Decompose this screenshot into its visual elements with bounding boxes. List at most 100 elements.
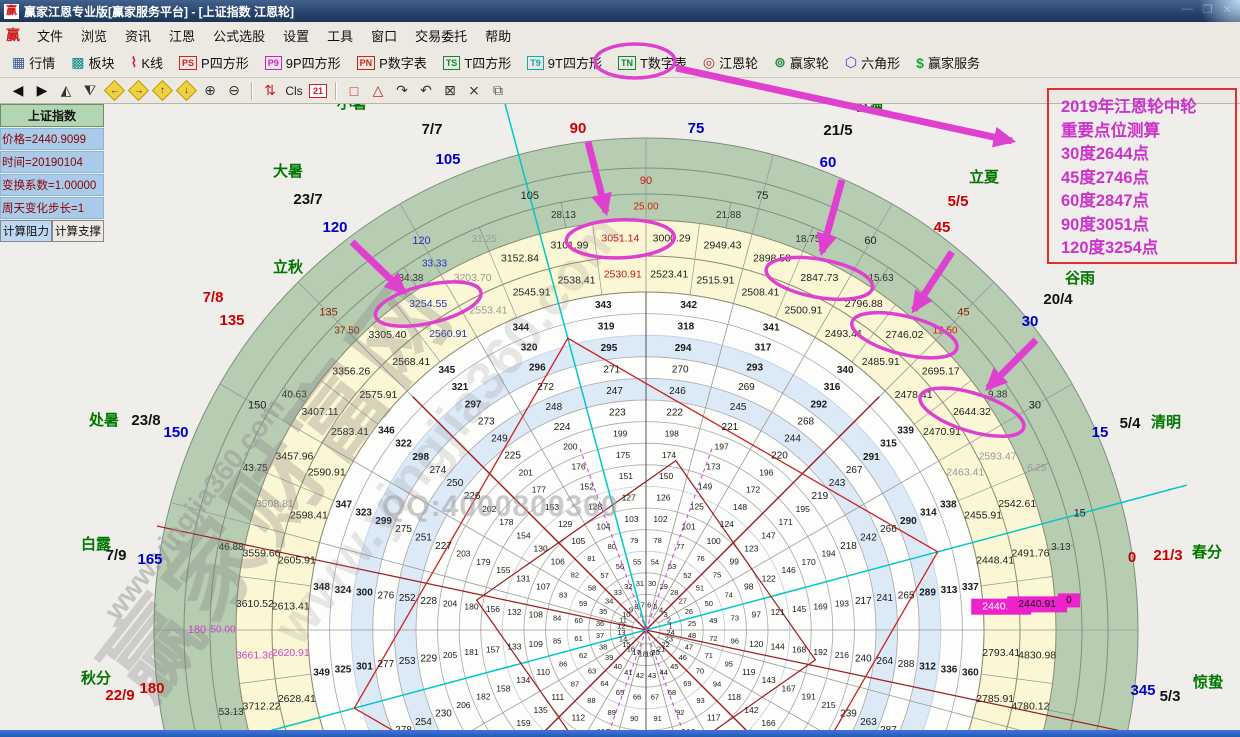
pan-down-icon[interactable]: ↓ [174,81,198,101]
toolbar-button-六角形[interactable]: ⬡六角形 [837,51,908,74]
svg-text:272: 272 [537,382,554,393]
close-button[interactable]: ✕ [1223,3,1232,16]
quotes-grid-icon: ▦ [12,54,25,71]
index-parameter: 时间=20190104 [0,151,104,173]
svg-text:336: 336 [941,665,958,676]
svg-text:156: 156 [486,604,500,614]
svg-text:2440.91: 2440.91 [1018,598,1056,610]
menu-公式选股[interactable]: 公式选股 [204,23,274,48]
svg-text:266: 266 [880,524,897,535]
back-icon[interactable]: ◀ [6,81,30,101]
svg-text:221: 221 [722,422,739,433]
svg-text:155: 155 [496,565,510,575]
boxed-x-icon[interactable]: ⊠ [438,81,462,101]
svg-text:205: 205 [443,650,457,660]
toolbar-button-行情[interactable]: ▦行情 [4,51,63,74]
menu-bar: 赢 文件浏览资讯江恩公式选股设置工具窗口交易委托帮助 [0,22,1240,49]
calc-buttons: 计算阻力计算支撑 [0,220,104,242]
menu-窗口[interactable]: 窗口 [362,23,406,48]
toolbar-separator [251,82,253,100]
toolbar-button-赢家服务[interactable]: $赢家服务 [908,51,988,74]
svg-text:85: 85 [553,637,561,646]
svg-text:96: 96 [731,637,739,646]
svg-text:206: 206 [456,700,470,710]
svg-text:54: 54 [651,558,659,567]
zoom-out-icon[interactable]: ⊖ [222,81,246,101]
svg-text:3000.29: 3000.29 [653,233,691,245]
rect-tool-icon[interactable]: □ [342,81,366,101]
toolbar-button-T数字表[interactable]: TNT数字表 [610,51,695,74]
button-计算阻力[interactable]: 计算阻力 [0,220,52,242]
toolbar-label: 9T四方形 [548,53,602,72]
svg-text:149: 149 [698,482,712,492]
svg-text:61: 61 [574,634,582,643]
svg-text:2491.76: 2491.76 [1011,547,1049,559]
svg-text:46: 46 [679,653,687,662]
svg-text:86: 86 [559,659,567,668]
annotation-line: 重要点位测算 [1061,120,1235,144]
flip-up-icon[interactable]: ◭ [54,81,78,101]
svg-text:2448.41: 2448.41 [976,554,1014,566]
svg-text:立秋: 立秋 [273,258,304,276]
menu-设置[interactable]: 设置 [274,23,318,48]
menu-浏览[interactable]: 浏览 [72,23,116,48]
pan-left-icon[interactable]: ← [102,81,126,101]
dashed-rect-icon[interactable]: ⧉ [486,81,510,101]
menu-资讯[interactable]: 资讯 [116,23,160,48]
menu-交易委托[interactable]: 交易委托 [406,23,476,48]
flip-down-icon[interactable]: ⧨ [78,81,102,101]
index-parameters: 价格=2440.9099时间=20190104变换系数=1.00000周天变化步… [0,128,104,219]
menu-文件[interactable]: 文件 [28,23,72,48]
svg-text:34: 34 [605,597,613,606]
triangle-tool-icon[interactable]: △ [366,81,390,101]
svg-text:6: 6 [647,600,651,609]
pan-right-icon[interactable]: → [126,81,150,101]
updown-marker-icon[interactable]: ⇅ [258,81,282,101]
toolbar-label: T数字表 [640,53,687,72]
menu-工具[interactable]: 工具 [318,23,362,48]
arc-ccw-icon[interactable]: ↶ [414,81,438,101]
toolbar-button-9P四方形[interactable]: P99P四方形 [257,51,349,74]
svg-text:204: 204 [443,598,457,608]
toolbar-button-板块[interactable]: ▩板块 [63,51,122,74]
menu-江恩[interactable]: 江恩 [160,23,204,48]
svg-text:15.63: 15.63 [868,273,893,284]
svg-text:4830.98: 4830.98 [1018,649,1056,661]
calendar-icon[interactable]: 21 [306,81,330,101]
toolbar-button-T四方形[interactable]: TST四方形 [435,51,519,74]
toolbar-button-P四方形[interactable]: PSP四方形 [171,51,257,74]
minimize-button[interactable]: — [1182,3,1193,16]
svg-text:197: 197 [715,442,729,452]
toolbar-button-江恩轮[interactable]: ◎江恩轮 [695,51,766,74]
svg-text:271: 271 [603,364,620,375]
toolbar-button-赢家轮[interactable]: ⊚赢家轮 [766,51,837,74]
svg-text:60: 60 [864,235,876,247]
svg-text:71: 71 [705,651,713,660]
forward-icon[interactable]: ▶ [30,81,54,101]
toolbar-button-K线[interactable]: ⌇K线 [123,51,172,74]
svg-text:247: 247 [606,386,623,397]
svg-text:93: 93 [696,696,704,705]
pan-up-icon[interactable]: ↑ [150,81,174,101]
toolbar-label: 赢家服务 [928,53,980,72]
svg-text:2644.32: 2644.32 [953,406,991,418]
maximize-button[interactable]: ❐ [1203,3,1213,16]
svg-text:7: 7 [641,600,645,609]
zoom-in-icon[interactable]: ⊕ [198,81,222,101]
center-cross-icon[interactable]: ⨯ [462,81,486,101]
toolbar-button-9T四方形[interactable]: T99T四方形 [519,51,610,74]
svg-text:218: 218 [840,541,857,552]
svg-text:2949.43: 2949.43 [703,239,741,251]
svg-text:135: 135 [319,306,337,318]
svg-text:243: 243 [829,478,846,489]
toolbar-button-P数字表[interactable]: PNP数字表 [349,51,435,74]
svg-text:157: 157 [486,644,500,654]
svg-text:313: 313 [941,585,958,596]
button-计算支撑[interactable]: 计算支撑 [52,220,104,242]
menu-帮助[interactable]: 帮助 [476,23,520,48]
svg-text:84: 84 [553,613,561,622]
svg-text:227: 227 [435,541,452,552]
cls-button[interactable]: Cls [282,81,306,101]
svg-text:341: 341 [763,322,780,333]
arc-cw-icon[interactable]: ↷ [390,81,414,101]
